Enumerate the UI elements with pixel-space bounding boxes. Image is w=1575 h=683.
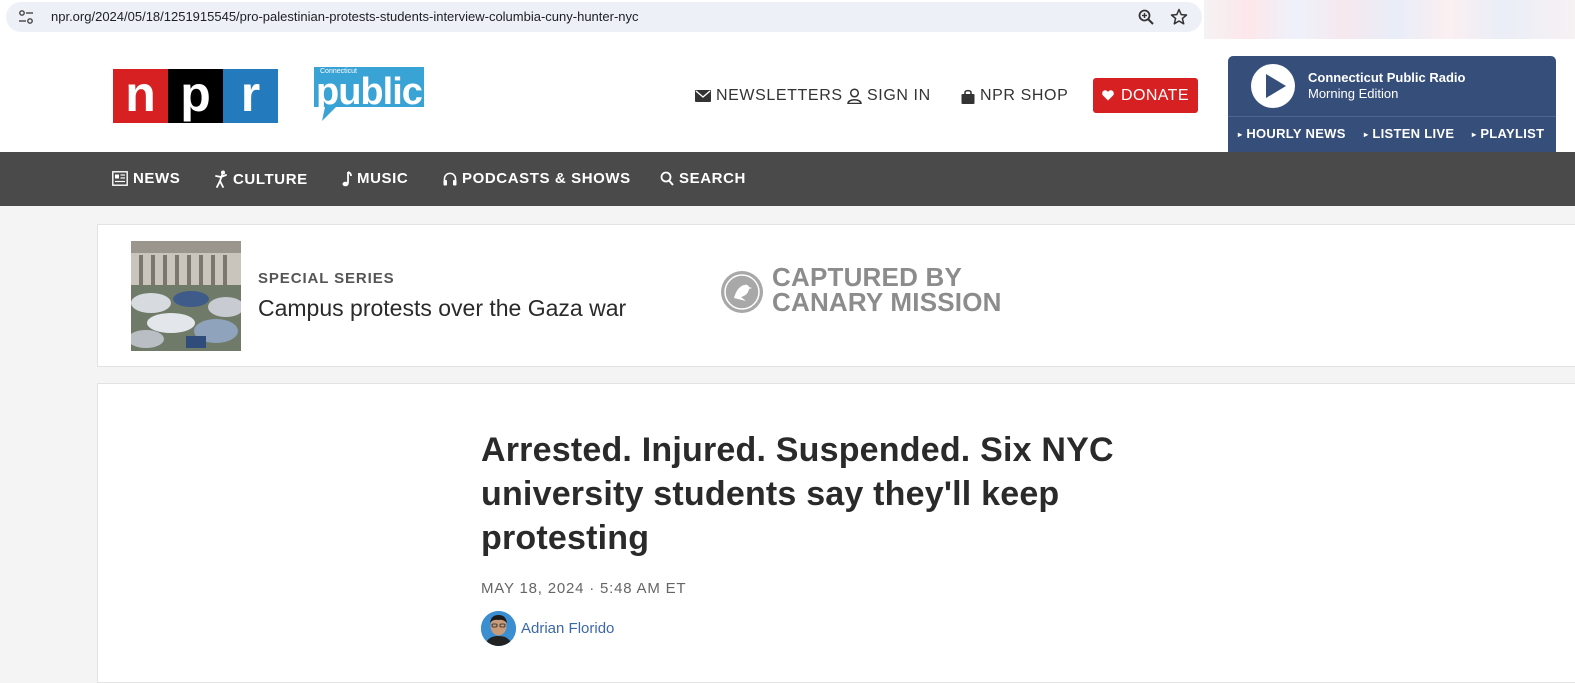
address-bar[interactable]: npr.org/2024/05/18/1251915545/pro-palest… [6,2,1202,32]
news-icon [112,171,128,186]
hourly-news-label: HOURLY NEWS [1246,126,1346,141]
connecticut-public-logo[interactable]: Connecticut public [314,67,426,125]
nav-search[interactable]: SEARCH [660,170,746,187]
article-headline: Arrested. Injured. Suspended. Six NYC un… [481,431,1114,557]
tune-icon[interactable] [18,9,34,25]
search-icon [660,171,674,186]
campus-encampment-image [131,241,241,351]
heart-icon [1102,90,1114,101]
nav-news[interactable]: NEWS [112,170,180,187]
author-link[interactable]: Adrian Florido [521,620,614,637]
listen-live-label: LISTEN LIVE [1372,126,1455,141]
sign-in-link[interactable]: SIGN IN [847,86,931,106]
blurred-extension-area [1204,0,1575,39]
series-thumbnail[interactable] [131,241,241,351]
overlay-line-2: CANARY MISSION [772,287,1002,317]
star-icon[interactable] [1170,8,1188,26]
npr-shop-link[interactable]: NPR SHOP [961,86,1068,106]
play-button[interactable] [1251,64,1295,108]
person-icon [847,88,862,104]
listen-live-link[interactable]: ▸ LISTEN LIVE [1364,126,1454,141]
npr-logo-n: n [113,69,168,123]
music-note-icon [342,170,352,186]
nav-podcasts-label: PODCASTS & SHOWS [462,170,631,187]
nav-culture-label: CULTURE [233,170,308,188]
newsletters-label: NEWSLETTERS [716,87,843,104]
hourly-news-link[interactable]: ▸ HOURLY NEWS [1238,126,1346,141]
envelope-icon [695,90,711,102]
play-icon [1266,74,1286,98]
nav-search-label: SEARCH [679,170,746,187]
donate-button[interactable]: DONATE [1093,78,1198,113]
canary-bird-icon [721,271,763,313]
special-series-card[interactable]: SPECIAL SERIES Campus protests over the … [97,224,1575,367]
player-divider [1228,116,1556,117]
sign-in-label: SIGN IN [867,87,931,104]
main-nav: NEWS CULTURE MUSIC PODCASTS & SHOWS SEAR… [0,152,1575,206]
canary-mission-overlay: CAPTURED BY CANARY MISSION [772,264,1002,317]
url-text[interactable]: npr.org/2024/05/18/1251915545/pro-palest… [51,9,639,24]
article-card: Arrested. Injured. Suspended. Six NYC un… [97,383,1575,683]
playlist-link[interactable]: ▸ PLAYLIST [1472,126,1544,141]
triangle-icon: ▸ [1472,130,1477,139]
newsletters-link[interactable]: NEWSLETTERS [695,86,843,106]
nav-music[interactable]: MUSIC [341,170,408,187]
headphones-icon [443,172,457,185]
browser-toolbar: npr.org/2024/05/18/1251915545/pro-palest… [0,0,1575,39]
npr-logo[interactable]: n p r [113,69,278,123]
zoom-icon[interactable] [1137,8,1155,26]
nav-podcasts-shows[interactable]: PODCASTS & SHOWS [443,170,631,187]
nav-news-label: NEWS [133,170,181,187]
playlist-label: PLAYLIST [1480,126,1545,141]
station-name: Connecticut Public Radio [1308,70,1466,85]
nav-music-label: MUSIC [357,170,409,187]
npr-shop-label: NPR SHOP [980,87,1069,104]
triangle-icon: ▸ [1364,130,1369,139]
nav-culture[interactable]: CULTURE [214,170,308,188]
culture-icon [215,170,227,188]
partner-big-text: public [316,71,423,113]
npr-logo-r: r [223,69,278,123]
triangle-icon: ▸ [1238,130,1243,139]
bag-icon [961,89,975,104]
series-kicker: SPECIAL SERIES [258,270,395,287]
article-dateline: MAY 18, 2024 · 5:48 AM ET [481,580,687,597]
program-name: Morning Edition [1308,86,1399,101]
donate-label: DONATE [1121,86,1189,104]
npr-logo-p: p [168,69,223,123]
author-avatar[interactable] [481,611,516,646]
live-radio-player: Connecticut Public Radio Morning Edition… [1228,56,1556,153]
series-title-link[interactable]: Campus protests over the Gaza war [258,295,626,322]
